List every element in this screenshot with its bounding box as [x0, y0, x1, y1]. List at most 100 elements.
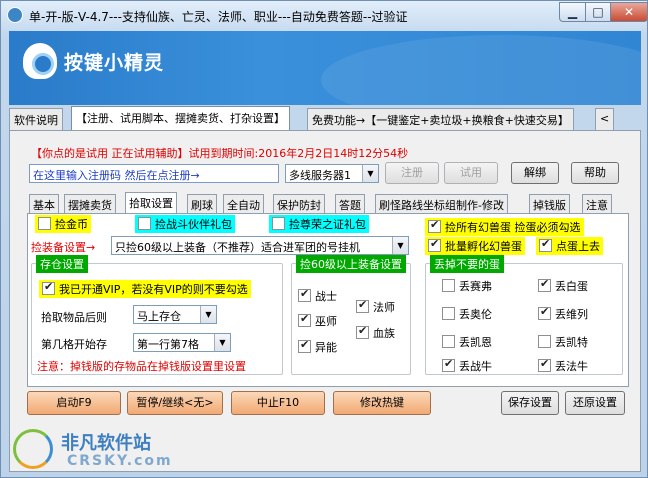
tab-protection[interactable]: 保护防封 [273, 194, 325, 214]
discard-magic-bull-label: 丢法牛 [555, 360, 588, 373]
checkbox-box [538, 357, 551, 372]
pick-gold-checkbox[interactable]: 捡金币 [35, 215, 91, 233]
equip-select-value: 只捡60级以上装备（不推荐）适合进军团的号挂机 [115, 241, 360, 254]
pick-war-pet-label: 捡战斗伙伴礼包 [155, 218, 232, 231]
checkbox-box [428, 218, 441, 233]
maximize-button[interactable]: □ [585, 2, 611, 22]
discard-kaien-checkbox[interactable]: 丢凯恩 [439, 333, 495, 351]
restore-settings-button[interactable]: 还原设置 [565, 391, 625, 415]
tab-drop-money[interactable]: 掉钱版 [529, 194, 570, 214]
mage-checkbox[interactable]: 法师 [353, 298, 398, 316]
discard-kaien-label: 丢凯恩 [459, 336, 492, 349]
lvl60-group-title: 捡60级以上装备设置 [296, 255, 406, 273]
modify-hotkey-button[interactable]: 修改热键 [333, 391, 431, 415]
tab-orb[interactable]: 刷球 [187, 194, 217, 214]
tab-free-functions[interactable]: 免费功能→【一键鉴定+卖垃圾+换粮食+快速交易】 [307, 108, 574, 130]
help-button[interactable]: 帮助 [571, 162, 619, 184]
window-title: 单-开-版-V-4.7---支持仙族、亡灵、法师、职业---自动免费答题--过验… [29, 10, 408, 24]
checkbox-box [356, 298, 369, 313]
discard-white-egg-checkbox[interactable]: 丢白蛋 [535, 277, 591, 295]
batch-hatch-label: 批量孵化幻兽蛋 [445, 240, 522, 253]
top-tab-bar: 软件说明 【注册、试用脚本、摆摊卖货、打杂设置】 免费功能→【一键鉴定+卖垃圾+… [9, 106, 641, 130]
tab-route-editor[interactable]: 刷怪路线坐标组制作-修改 [375, 194, 508, 214]
checkbox-box [442, 307, 455, 320]
pick-war-pet-checkbox[interactable]: 捡战斗伙伴礼包 [135, 215, 235, 233]
blood-checkbox[interactable]: 血族 [353, 324, 398, 342]
trial-button[interactable]: 试用 [444, 162, 498, 184]
discard-magic-bull-checkbox[interactable]: 丢法牛 [535, 357, 591, 375]
start-cell-label: 第几格开始存 [41, 338, 107, 351]
storage-group-title: 存仓设置 [36, 255, 88, 273]
abnormal-checkbox[interactable]: 异能 [295, 338, 340, 356]
discard-war-bull-checkbox[interactable]: 丢战牛 [439, 357, 495, 375]
tab-scroll-button[interactable]: < [595, 108, 615, 130]
pause-button[interactable]: 暂停/继续<无> [127, 391, 223, 415]
tab-stall-sell[interactable]: 摆摊卖货 [64, 194, 116, 214]
start-button[interactable]: 启动F9 [27, 391, 121, 415]
vip-checkbox[interactable]: 我已开通VIP，若没有VIP的则不要勾选 [39, 280, 251, 298]
after-pick-select[interactable]: 马上存仓 ▼ [133, 305, 217, 324]
unbind-button[interactable]: 解绑 [511, 162, 559, 184]
shaman-checkbox[interactable]: 巫师 [295, 312, 340, 330]
checkbox-box [138, 217, 151, 230]
discard-kaite-checkbox[interactable]: 丢凯特 [535, 333, 591, 351]
discard-aolun-checkbox[interactable]: 丢奥伦 [439, 305, 495, 323]
equip-settings-label: 捡装备设置→ [31, 241, 96, 254]
vip-label: 我已开通VIP，若没有VIP的则不要勾选 [59, 283, 248, 296]
batch-hatch-checkbox[interactable]: 批量孵化幻兽蛋 [425, 237, 525, 255]
watermark-logo-icon [13, 429, 53, 469]
checkbox-box [298, 287, 311, 302]
pick-honor-checkbox[interactable]: 捡尊荣之证礼包 [269, 215, 369, 233]
checkbox-box [428, 237, 441, 252]
minimize-button[interactable]: ▁ [559, 2, 586, 22]
inner-tab-bar: 基本 摆摊卖货 拾取设置 刷球 全自动 保护防封 答题 刷怪路线坐标组制作-修改… [29, 192, 629, 214]
banner: 按键小精灵 [9, 31, 641, 105]
close-button[interactable]: ✕ [610, 2, 648, 22]
discard-weilie-label: 丢维列 [555, 308, 588, 321]
register-button[interactable]: 注册 [385, 162, 439, 184]
warrior-label: 战士 [315, 290, 337, 303]
shaman-label: 巫师 [315, 315, 337, 328]
trial-status-text: 【你点的是试用 正在试用辅助】试用到期时间:2016年2月2日14时12分54秒 [31, 147, 409, 160]
discard-weilie-checkbox[interactable]: 丢维列 [535, 305, 591, 323]
watermark: 非凡软件站 CRSKY.com [9, 421, 199, 477]
pick-all-eggs-checkbox[interactable]: 捡所有幻兽蛋 捡蛋必须勾选 [425, 218, 584, 236]
checkbox-box [442, 335, 455, 348]
checkbox-box [539, 237, 552, 252]
checkbox-box [356, 324, 369, 339]
checkbox-box [42, 280, 55, 295]
tab-basic[interactable]: 基本 [29, 194, 59, 214]
checkbox-box [38, 217, 51, 230]
register-code-input[interactable]: 在这里输入注册码 然后在点注册→ [29, 164, 279, 183]
tab-full-auto[interactable]: 全自动 [223, 194, 264, 214]
start-cell-value: 第一行第7格 [137, 338, 199, 351]
tab-software-info[interactable]: 软件说明 [9, 108, 63, 130]
warrior-checkbox[interactable]: 战士 [295, 287, 340, 305]
checkbox-box [538, 277, 551, 292]
tab-pickup-settings[interactable]: 拾取设置 [125, 192, 177, 214]
tab-register-settings[interactable]: 【注册、试用脚本、摆摊卖货、打杂设置】 [71, 106, 290, 130]
discard-war-bull-label: 丢战牛 [459, 360, 492, 373]
discard-saifu-label: 丢赛弗 [459, 280, 492, 293]
tab-notice[interactable]: 注意 [582, 194, 612, 214]
tab-answer[interactable]: 答题 [335, 194, 365, 214]
discard-aolun-label: 丢奥伦 [459, 308, 492, 321]
mage-label: 法师 [373, 301, 395, 314]
server-select[interactable]: 多线服务器1 ▼ [285, 164, 379, 183]
discard-saifu-checkbox[interactable]: 丢赛弗 [439, 277, 495, 295]
stop-button[interactable]: 中止F10 [231, 391, 325, 415]
chevron-down-icon: ▼ [362, 165, 378, 182]
checkbox-box [538, 335, 551, 348]
banner-decoration [321, 35, 641, 105]
checkbox-box [272, 217, 285, 230]
chevron-down-icon: ▼ [392, 237, 408, 254]
after-pick-value: 马上存仓 [137, 310, 181, 323]
banner-title: 按键小精灵 [64, 52, 165, 74]
start-cell-select[interactable]: 第一行第7格 ▼ [133, 333, 231, 352]
discard-white-egg-label: 丢白蛋 [555, 280, 588, 293]
checkbox-box [538, 305, 551, 320]
click-eggs-checkbox[interactable]: 点蛋上去 [536, 237, 603, 255]
save-settings-button[interactable]: 保存设置 [501, 391, 559, 415]
equip-select[interactable]: 只捡60级以上装备（不推荐）适合进军团的号挂机 ▼ [111, 236, 409, 255]
watermark-title: 非凡软件站 [61, 433, 151, 454]
